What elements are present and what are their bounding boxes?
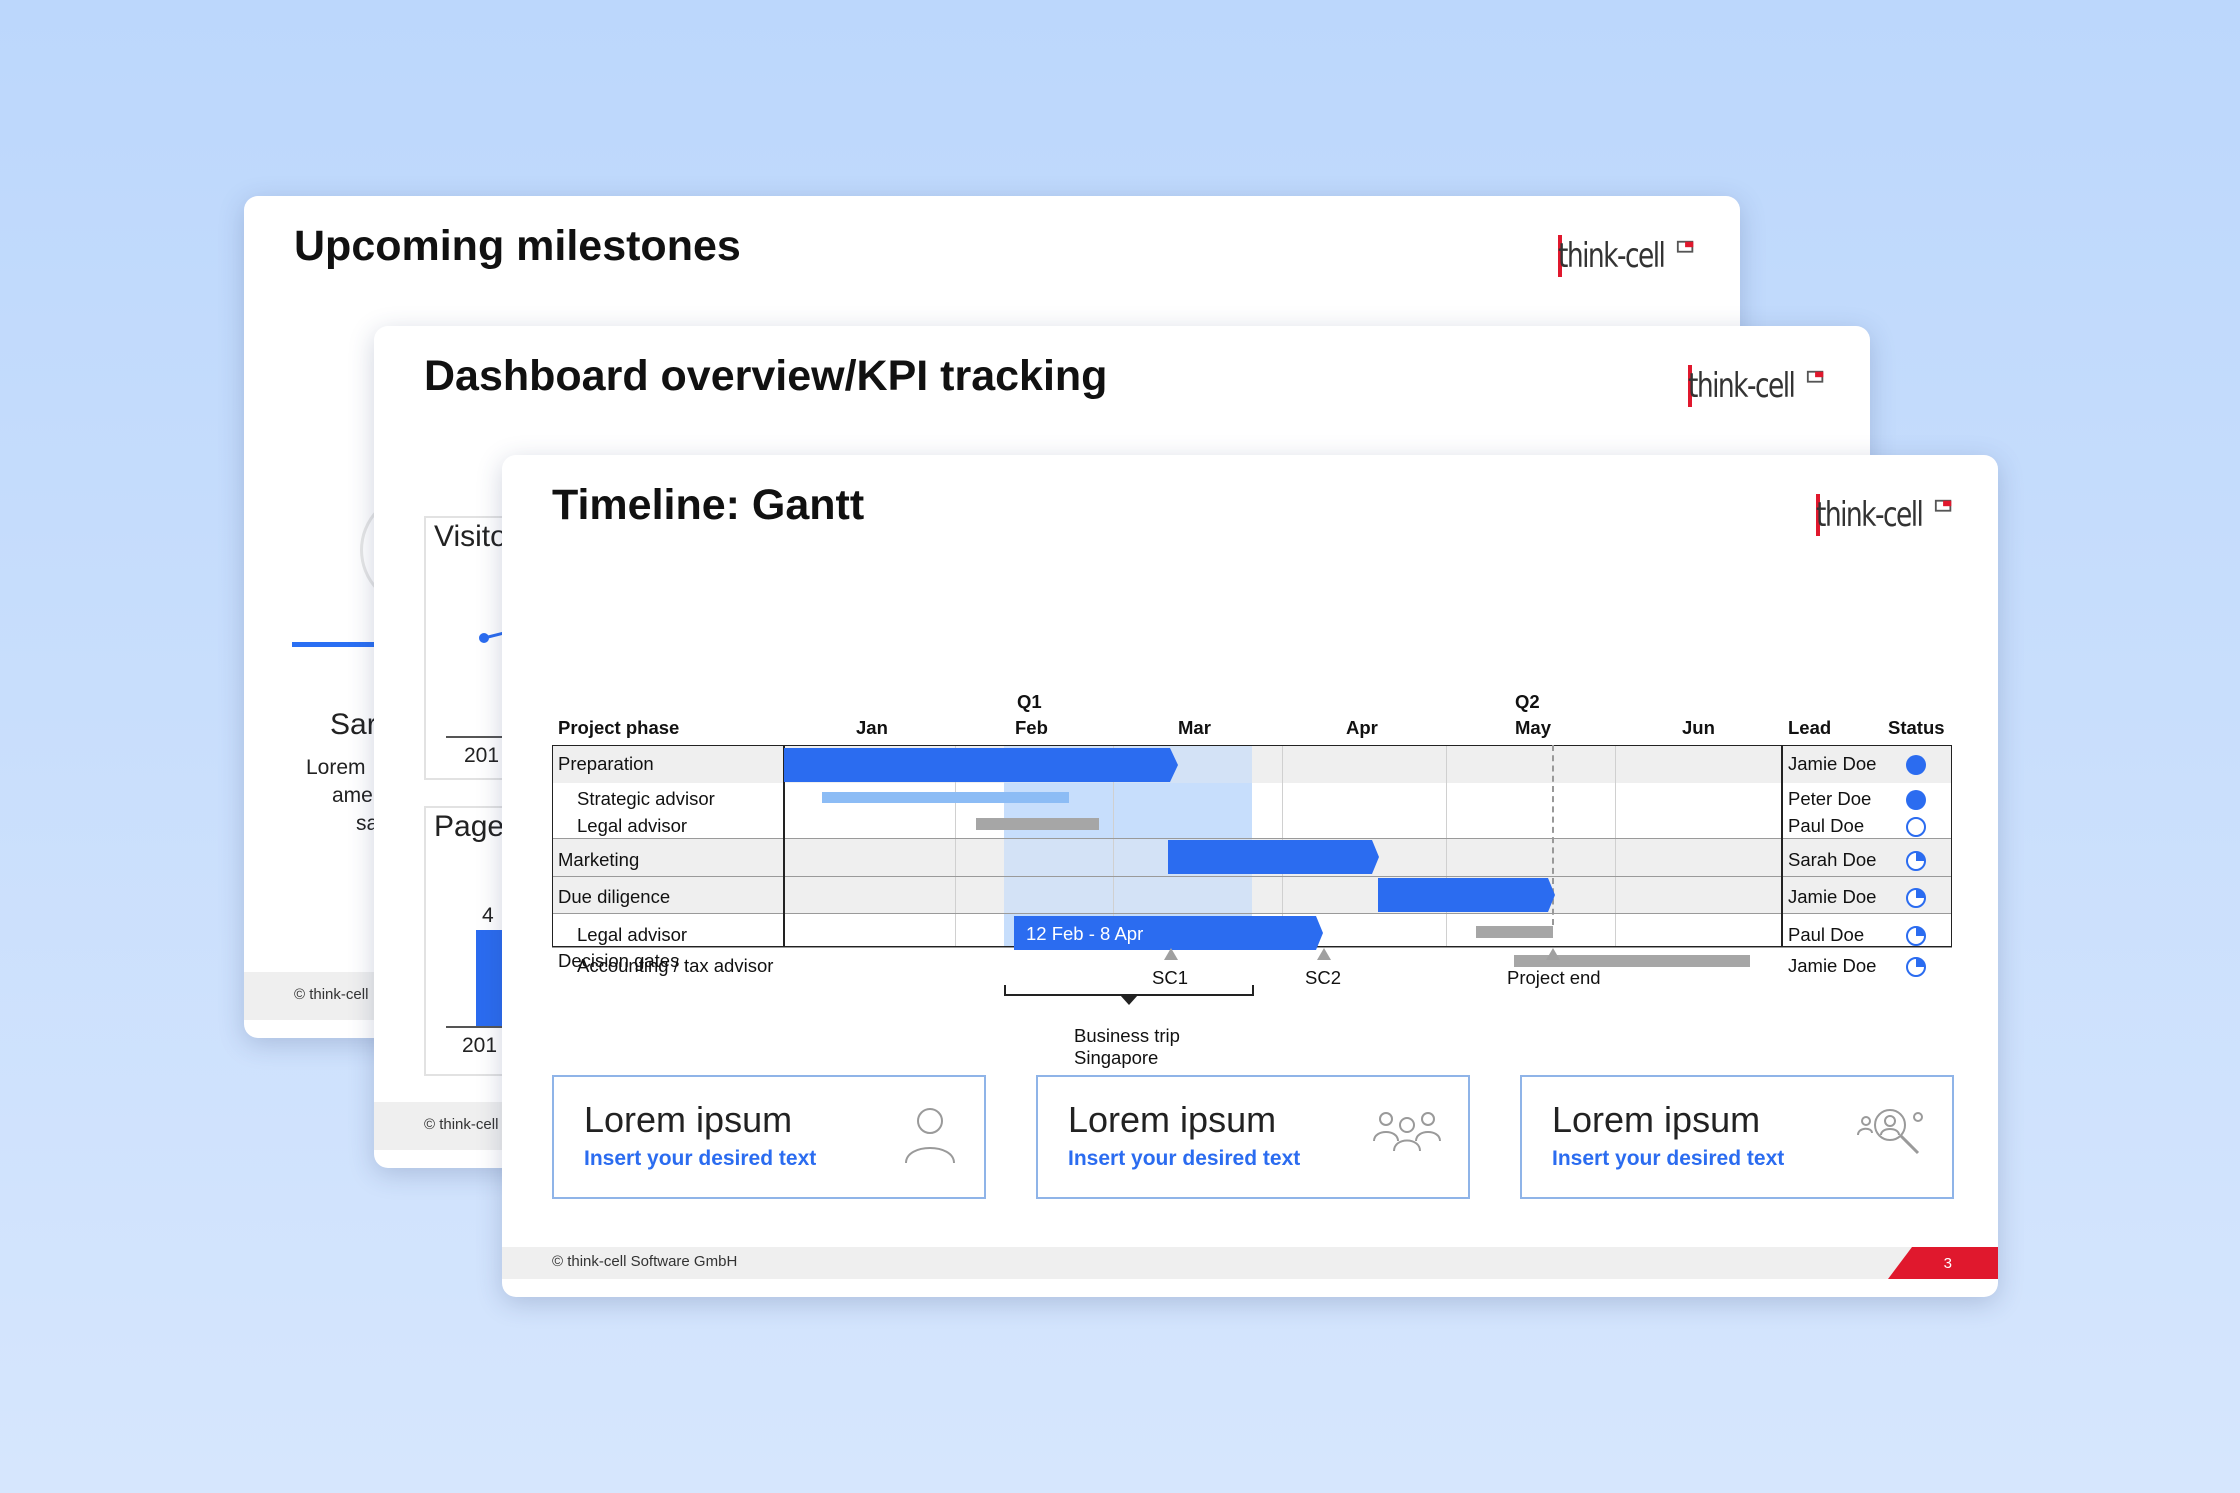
bar-due-diligence [1378,878,1555,912]
month-apr: Apr [1346,717,1378,738]
milestone-sc2: SC2 [1305,967,1341,988]
gantt-chart: Project phase Q1 Q2 Jan Feb Mar Apr May … [552,645,1952,1068]
person-icon [905,1108,955,1164]
status-full-icon [1906,755,1926,775]
bar-marketing [1168,840,1379,874]
month-may: May [1515,717,1551,738]
lead-label: Peter Doe [1788,788,1872,809]
month-jun: Jun [1682,717,1715,738]
bar-strategic-advisor [822,792,1069,803]
lead-label: Paul Doe [1788,924,1865,945]
lead-label: Jamie Doe [1788,886,1877,907]
milestone-text: Lorem ame sa [306,756,379,835]
header-status: Status [1888,717,1945,738]
info-box[interactable]: Lorem ipsum Insert your desired text [552,1075,986,1199]
bar-legal-advisor [976,818,1099,830]
bar-label: 12 Feb - 8 Apr [1026,923,1144,944]
header-q1: Q1 [1017,691,1042,712]
phase-label: Preparation [558,753,654,774]
milestone-line [292,642,376,647]
phase-label: Strategic advisor [577,788,715,809]
slide-timeline-gantt[interactable]: Timeline: Gantt think-cell Project phase… [502,455,1998,1297]
month-jan: Jan [856,717,888,738]
page-card: Page 4 201 [424,806,508,1076]
lead-label: Paul Doe [1788,815,1865,836]
status-quarter-icon [1906,888,1926,908]
think-cell-logo: think-cell [1687,364,1826,408]
think-cell-logo: think-cell [1557,234,1696,278]
phase-label: Legal advisor [577,815,688,836]
milestone-name: Sar [330,708,377,741]
info-box[interactable]: Lorem ipsum Insert your desired text [1520,1075,1954,1199]
slide-title: Upcoming milestones [294,222,741,270]
status-quarter-icon [1906,926,1926,946]
header-lead: Lead [1788,717,1832,738]
bracket-label: Business trip Singapore [1074,1025,1180,1068]
bracket [1004,985,1254,1005]
phase-label-decision: Decision gates [558,950,680,971]
bar-legal-advisor-late [1476,926,1553,938]
header-project-phase: Project phase [558,717,680,738]
bar-preparation [784,748,1178,782]
people-search-icon [1857,1109,1923,1155]
milestone-triangle-icon [1546,948,1560,960]
status-empty-icon [1906,817,1926,837]
slide-footer: © think-cell Software GmbH 3 [502,1247,1998,1279]
think-cell-logo: think-cell [1815,493,1954,537]
group-icon [1373,1112,1441,1152]
lead-label: Jamie Doe [1788,955,1877,976]
month-mar: Mar [1178,717,1211,738]
month-feb: Feb [1015,717,1048,738]
header-q2: Q2 [1515,691,1540,712]
slide-title: Timeline: Gantt [552,481,865,529]
milestone-project-end: Project end [1507,967,1601,988]
info-box[interactable]: Lorem ipsum Insert your desired text [1036,1075,1470,1199]
visitors-card: Visito 201 [424,516,516,780]
lead-label: Jamie Doe [1788,753,1877,774]
page-number: 3 [1943,1255,1952,1272]
phase-label: Legal advisor [577,924,688,945]
phase-label: Due diligence [558,886,671,907]
slide-title: Dashboard overview/KPI tracking [424,352,1108,400]
milestone-triangle-icon [1317,948,1331,960]
status-full-icon [1906,790,1926,810]
lead-label: Sarah Doe [1788,849,1877,870]
phase-label: Marketing [558,849,640,870]
milestone-triangle-icon [1164,948,1178,960]
status-quarter-icon [1906,957,1926,977]
status-quarter-icon [1906,851,1926,871]
